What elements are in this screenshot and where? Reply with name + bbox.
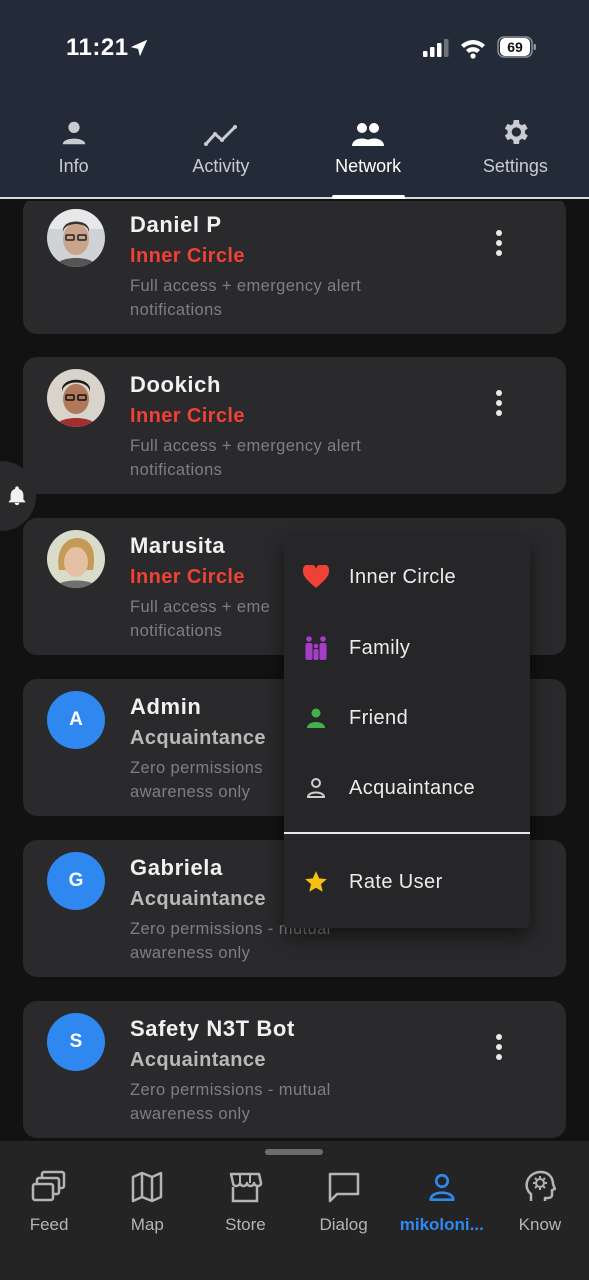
nav-know[interactable]: Know [491,1167,589,1235]
app-header: 11:21 69 Info Activity Network Settings [0,0,589,199]
wifi-icon [461,40,485,59]
menu-item-label: Friend [349,706,409,729]
person-icon [307,708,325,728]
avatar: S [47,1013,105,1071]
nav-label: Know [518,1215,562,1234]
tab-label: Settings [482,156,548,176]
menu-item-label: Inner Circle [349,565,457,588]
contact-name: Gabriela [130,855,223,880]
nav-profile[interactable]: mikoloni... [393,1167,491,1235]
menu-item-family[interactable]: Family [284,618,530,678]
contact-name: Dookich [130,372,221,397]
contact-name: Marusita [130,533,226,558]
contact-card[interactable]: Daniel P Inner Circle Full access + emer… [23,201,566,334]
contact-role: Acquaintance [130,1049,266,1071]
contact-role: Acquaintance [130,727,266,749]
person-outline-icon [306,778,326,798]
people-icon [352,123,385,146]
nav-label: Dialog [319,1215,368,1234]
person-icon [62,121,85,145]
family-icon [305,636,327,660]
map-icon [132,1171,163,1203]
nav-label: mikoloni... [399,1215,484,1234]
brain-icon [525,1170,556,1201]
more-vert-icon[interactable] [494,229,504,257]
menu-item-label: Rate User [349,870,443,893]
nav-feed[interactable]: Feed [0,1167,98,1235]
nav-dialog[interactable]: Dialog [295,1167,393,1235]
contact-name: Admin [130,694,202,719]
person-outline-icon [429,1173,455,1201]
bottom-navigation: Feed Map Store Dialog mikoloni... Know [0,1141,589,1280]
menu-item-inner-circle[interactable]: Inner Circle [284,547,530,607]
status-time: 11:21 [66,34,129,61]
nav-label: Store [225,1215,266,1234]
contact-name: Daniel P [130,212,222,237]
store-icon [230,1172,263,1203]
nav-label: Feed [29,1215,69,1234]
contact-role: Inner Circle [130,405,245,427]
cellular-signal-icon [423,39,449,57]
tab-label: Activity [192,156,250,176]
sheet-handle[interactable] [265,1149,323,1155]
tab-label: Network [335,156,402,176]
contact-description: Full access + emergency alert notificati… [130,277,362,319]
tab-network[interactable]: Network [295,110,442,199]
avatar: A [47,691,105,749]
contact-role: Acquaintance [130,888,266,910]
contact-card[interactable]: Dookich Inner Circle Full access + emerg… [23,357,566,494]
profile-tabbar: Info Activity Network Settings [0,110,589,199]
contact-description: Full access + eme notifications [130,598,271,640]
gear-icon [505,120,529,144]
battery-level: 69 [500,38,530,56]
menu-item-label: Acquaintance [349,776,476,799]
location-arrow-icon [130,39,148,57]
role-menu: Inner Circle Family Friend Acquaintance … [284,536,530,928]
contact-role: Inner Circle [130,245,245,267]
contact-description: Zero permissions awareness only [130,759,263,801]
bell-icon [8,486,26,506]
contact-name: Safety N3T Bot [130,1016,295,1041]
tab-info[interactable]: Info [0,110,147,199]
avatar [47,530,105,588]
tab-activity[interactable]: Activity [147,110,294,199]
nav-label: Map [130,1215,164,1234]
feed-icon [31,1170,66,1202]
more-vert-icon[interactable] [494,389,504,417]
contact-description: Full access + emergency alert notificati… [130,437,362,479]
menu-item-acquaintance[interactable]: Acquaintance [284,758,530,818]
contact-role: Inner Circle [130,566,245,588]
avatar: G [47,852,105,910]
menu-item-rate-user[interactable]: Rate User [284,852,530,912]
nav-store[interactable]: Store [196,1167,294,1235]
avatar [47,209,105,267]
menu-item-friend[interactable]: Friend [284,688,530,748]
activity-icon [203,125,237,146]
chat-icon [328,1172,359,1203]
nav-map[interactable]: Map [98,1167,196,1235]
menu-divider [284,832,530,834]
contact-card[interactable]: S Safety N3T Bot Acquaintance Zero permi… [23,1001,566,1138]
tab-label: Info [58,156,89,176]
star-icon [305,871,327,892]
more-vert-icon[interactable] [494,1033,504,1061]
contact-description: Zero permissions - mutual awareness only [130,1081,331,1123]
tab-settings[interactable]: Settings [442,110,589,199]
menu-item-label: Family [349,636,411,659]
heart-icon [303,565,329,588]
avatar [47,369,105,427]
